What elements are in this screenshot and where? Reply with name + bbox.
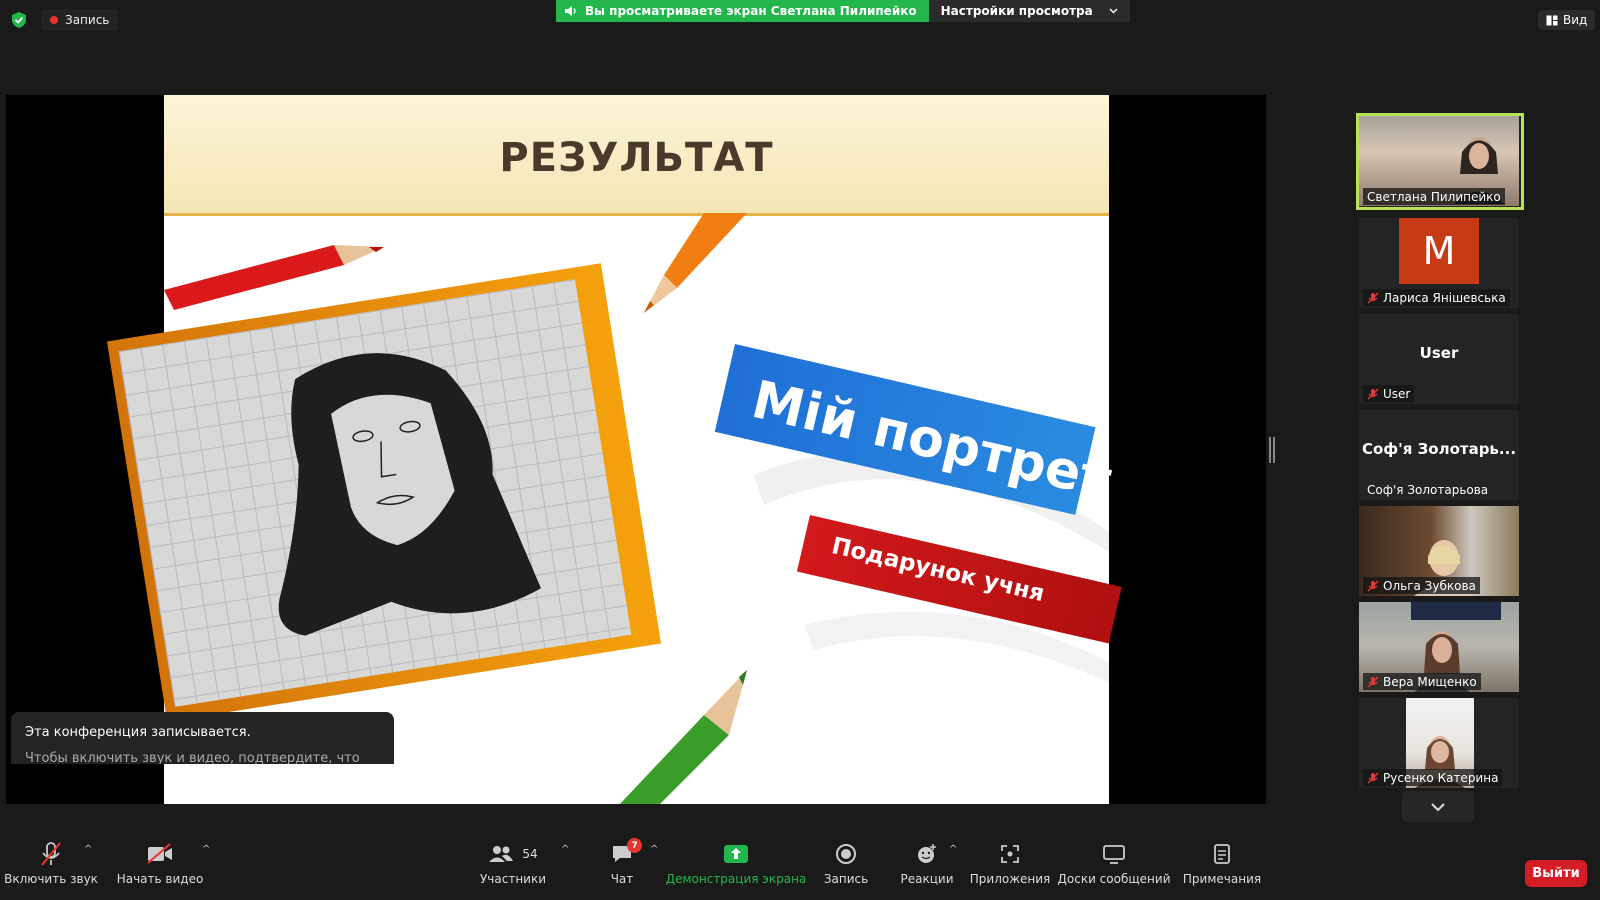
meeting-toolbar: Включить звук ^ Начать видео ^ 54 Участн… — [0, 836, 1600, 900]
scroll-down-button[interactable] — [1402, 791, 1474, 822]
participants-options-caret-icon[interactable]: ^ — [561, 844, 569, 855]
muted-mic-icon — [1367, 580, 1379, 591]
participant-tile[interactable]: Русенко Катерина — [1359, 698, 1519, 788]
grid-view-icon — [1546, 15, 1558, 25]
chat-label: Чат — [610, 872, 634, 886]
notification-body: Чтобы включить звук и видео, подтвердите… — [25, 751, 360, 764]
notes-button[interactable]: Примечания — [1182, 836, 1262, 900]
viewing-screen-text: Вы просматриваете экран Светлана Пилипей… — [585, 4, 917, 18]
participant-tile[interactable]: M Лариса Янішевська — [1359, 218, 1519, 308]
participant-tile[interactable]: User User — [1359, 314, 1519, 404]
notes-label: Примечания — [1182, 872, 1262, 886]
chevron-down-icon — [1431, 802, 1445, 811]
participant-tile[interactable]: Ольга Зубкова — [1359, 506, 1519, 596]
reactions-options-caret-icon[interactable]: ^ — [949, 844, 957, 855]
chat-options-caret-icon[interactable]: ^ — [650, 844, 658, 855]
participant-name: Светлана Пилипейко — [1367, 189, 1501, 204]
chevron-down-icon — [1109, 8, 1118, 14]
unmute-label: Включить звук — [4, 872, 98, 886]
participants-label: Участники — [479, 872, 547, 886]
slide-header: РЕЗУЛЬТАТ — [164, 95, 1109, 216]
screen-share-banner: Вы просматриваете экран Светлана Пилипей… — [556, 0, 1130, 22]
participant-name: Лариса Янішевська — [1383, 290, 1506, 305]
share-screen-button[interactable]: Демонстрация экрана — [666, 836, 806, 900]
whiteboard-icon — [1102, 836, 1126, 872]
participant-display-name: User — [1419, 344, 1459, 362]
participant-name: Соф'я Золотарьова — [1367, 482, 1489, 497]
participant-name-tag: Вера Мищенко — [1363, 673, 1481, 690]
slide-title: РЕЗУЛЬТАТ — [499, 135, 774, 181]
notification-title: Эта конференция записывается. — [25, 725, 251, 740]
share-screen-icon — [723, 836, 749, 872]
speaker-icon — [565, 6, 576, 16]
record-button[interactable]: Запись — [823, 836, 869, 900]
student-portrait-drawing — [118, 279, 632, 707]
participant-tile[interactable]: Соф'я Золотарь... Соф'я Золотарьова — [1359, 410, 1519, 500]
chat-button[interactable]: 7 Чат — [604, 836, 642, 900]
participants-button[interactable]: 54 Участники — [480, 836, 546, 900]
view-label: Вид — [1563, 13, 1588, 27]
whiteboards-button[interactable]: Доски сообщений — [1058, 836, 1171, 900]
portrait-sketch — [278, 353, 541, 636]
viewing-screen-notice: Вы просматриваете экран Светлана Пилипей… — [556, 0, 929, 22]
participant-name: Русенко Катерина — [1383, 770, 1499, 785]
video-options-caret-icon[interactable]: ^ — [202, 844, 210, 855]
participant-display-name: Соф'я Золотарь... — [1361, 440, 1517, 458]
orange-pencil-image — [644, 213, 747, 313]
leave-meeting-button[interactable]: Выйти — [1525, 860, 1587, 887]
recording-indicator[interactable]: Запись — [41, 9, 119, 31]
muted-mic-icon — [1367, 676, 1379, 687]
participants-count: 54 — [522, 847, 538, 861]
participant-name-tag: User — [1363, 385, 1415, 402]
participant-avatar: M — [1399, 218, 1479, 284]
participant-name-tag: Лариса Янішевська — [1363, 289, 1510, 306]
reactions-button[interactable]: Реакции — [900, 836, 954, 900]
background-picture — [1411, 602, 1501, 620]
whiteboards-label: Доски сообщений — [1057, 872, 1171, 886]
recording-notification[interactable]: Эта конференция записывается. Чтобы вклю… — [11, 712, 394, 764]
apps-icon — [1000, 836, 1020, 872]
video-off-icon — [146, 836, 174, 872]
recording-dot-icon — [50, 16, 58, 24]
participants-icon: 54 — [488, 836, 538, 872]
notes-icon — [1213, 836, 1231, 872]
participant-name: User — [1383, 386, 1411, 401]
participant-name-tag: Русенко Катерина — [1363, 769, 1503, 786]
unmute-button[interactable]: Включить звук — [4, 836, 98, 900]
start-video-button[interactable]: Начать видео — [117, 836, 203, 900]
panel-resize-handle[interactable] — [1269, 437, 1275, 463]
record-label: Запись — [823, 872, 869, 886]
share-screen-label: Демонстрация экрана — [665, 872, 807, 886]
participant-name: Ольга Зубкова — [1383, 578, 1476, 593]
audio-options-caret-icon[interactable]: ^ — [84, 844, 92, 855]
recording-label: Запись — [65, 13, 110, 27]
participant-name: Вера Мищенко — [1383, 674, 1477, 689]
participant-tile-active-speaker[interactable]: Светлана Пилипейко — [1356, 113, 1524, 210]
chat-unread-badge: 7 — [627, 838, 642, 853]
security-shield-icon[interactable] — [10, 11, 28, 29]
apps-button[interactable]: Приложения — [970, 836, 1050, 900]
view-button[interactable]: Вид — [1538, 10, 1596, 30]
muted-mic-icon — [1367, 388, 1379, 399]
muted-mic-icon — [1367, 772, 1379, 783]
top-bar: Запись Вы просматриваете экран Светлана … — [0, 0, 1600, 40]
start-video-label: Начать видео — [116, 872, 204, 886]
chat-icon: 7 — [611, 836, 642, 872]
participant-name-tag: Ольга Зубкова — [1363, 577, 1480, 594]
view-options-button[interactable]: Настройки просмотра — [928, 0, 1130, 22]
record-icon — [835, 836, 857, 872]
reactions-label: Реакции — [900, 872, 954, 886]
muted-mic-icon — [40, 836, 62, 872]
muted-mic-icon — [1367, 292, 1379, 303]
participant-tile[interactable]: Вера Мищенко — [1359, 602, 1519, 692]
participant-name-tag: Светлана Пилипейко — [1363, 188, 1505, 205]
emoji-plus-icon — [916, 836, 938, 872]
view-options-label: Настройки просмотра — [940, 4, 1093, 18]
apps-label: Приложения — [969, 872, 1051, 886]
participant-name-tag: Соф'я Золотарьова — [1363, 481, 1492, 498]
